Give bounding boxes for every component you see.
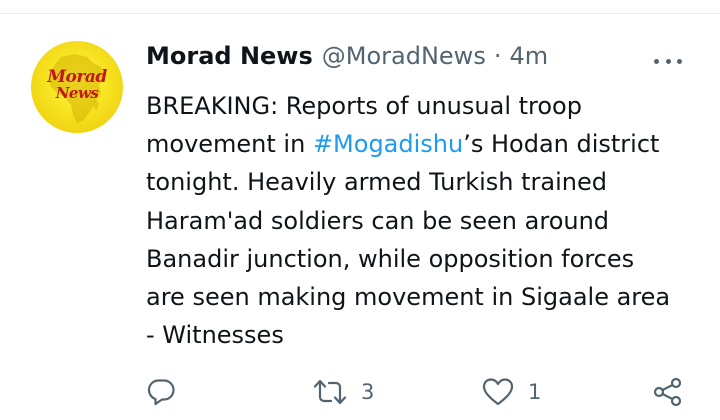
tweet-text-part2: ’s Hodan district tonight. Heavily armed… [146,130,671,350]
avatar[interactable]: Morad News [31,41,123,133]
header-separator: · [493,42,502,70]
reply-icon [147,379,175,406]
more-dot [654,58,659,64]
tweet-actions: 3 1 [0,372,720,412]
retweet-icon [313,379,347,405]
like-count: 1 [528,380,542,404]
hashtag-link[interactable]: #Mogadishu [313,130,463,158]
tweet[interactable]: Morad News Morad News @MoradNews · 4m BR… [0,15,720,420]
heart-icon [482,378,514,406]
share-icon [653,377,682,407]
tweet-text: BREAKING: Reports of unusual troop movem… [146,87,706,354]
top-divider [0,0,720,14]
more-dot [665,58,671,64]
like-button[interactable]: 1 [482,372,541,412]
more-options-icon[interactable] [650,53,686,69]
retweet-count: 3 [361,380,375,404]
share-button[interactable] [652,372,684,412]
tweet-header: Morad News @MoradNews · 4m [146,42,548,74]
logo-text-news: News [55,84,99,102]
author-display-name[interactable]: Morad News [146,42,313,70]
tweet-timestamp[interactable]: 4m [509,42,548,70]
author-handle[interactable]: @MoradNews [322,42,486,70]
more-dot [677,58,682,64]
reply-button[interactable] [146,372,176,412]
retweet-button[interactable]: 3 [313,372,374,412]
